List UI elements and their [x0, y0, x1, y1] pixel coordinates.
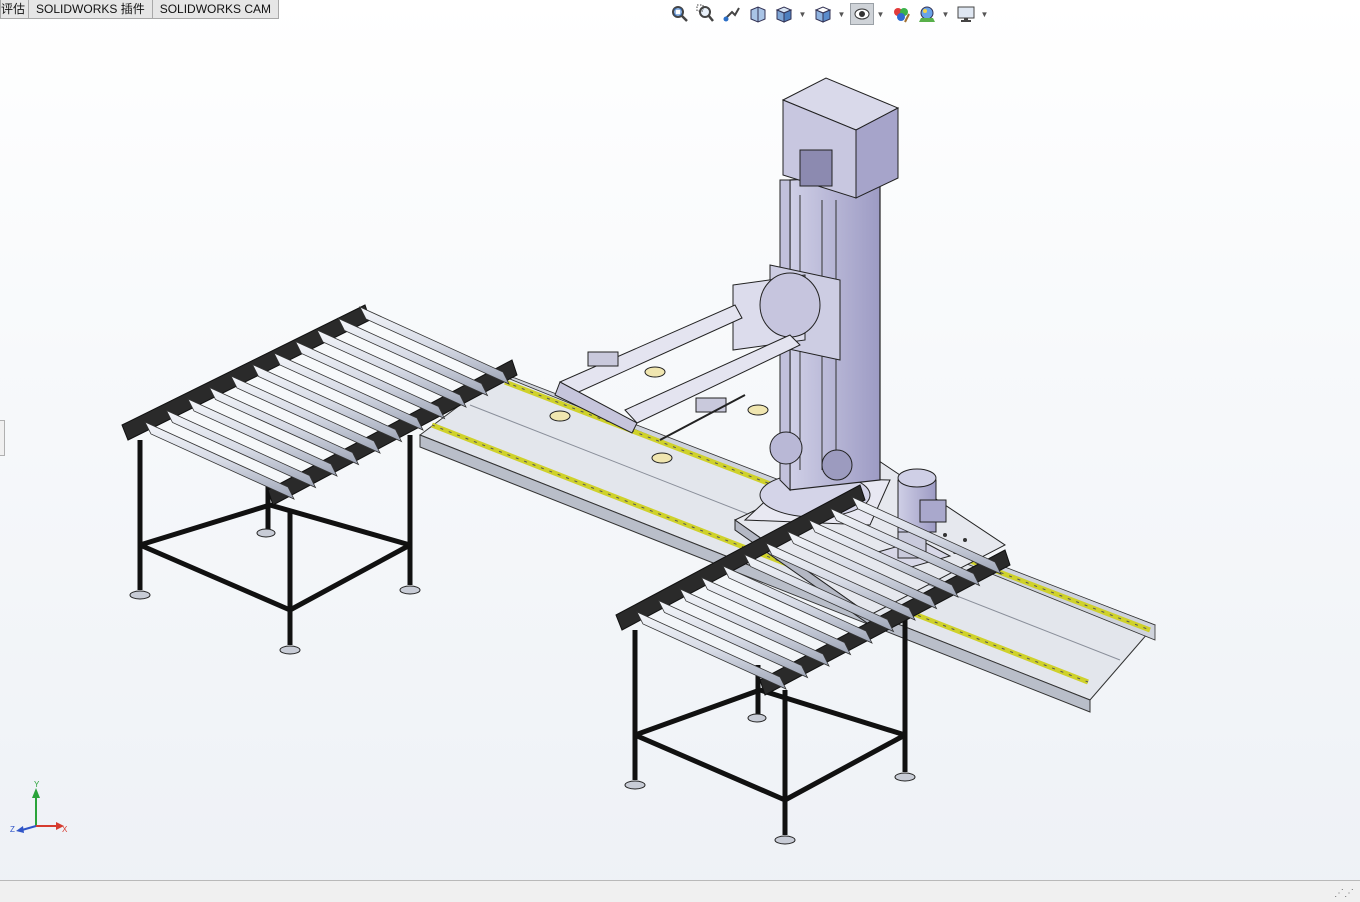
- command-manager-tabs: 评估 SOLIDWORKS 插件 SOLIDWORKS CAM: [0, 0, 280, 20]
- apply-scene-dropdown-icon[interactable]: ▼: [941, 3, 950, 25]
- section-view-icon[interactable]: [746, 3, 770, 25]
- roller-conveyor-left: [121, 304, 518, 655]
- triad-y-label: Y: [34, 780, 40, 789]
- triad-x-label: X: [62, 825, 68, 834]
- tab-solidworks-addins[interactable]: SOLIDWORKS 插件: [28, 0, 153, 19]
- heads-up-view-toolbar: ▼ ▼ ▼ ▼ ▼: [668, 2, 993, 26]
- status-bar: ⋰⋰: [0, 880, 1360, 902]
- display-style-icon[interactable]: [811, 3, 835, 25]
- hide-show-items-icon[interactable]: [850, 3, 874, 25]
- coordinate-triad: Y X Z: [10, 780, 68, 834]
- view-settings-dropdown-icon[interactable]: ▼: [980, 3, 989, 25]
- tab-evaluate[interactable]: 评估: [0, 0, 30, 19]
- display-style-dropdown-icon[interactable]: ▼: [837, 3, 846, 25]
- graphics-area[interactable]: Y X Z: [0, 24, 1360, 880]
- apply-scene-icon[interactable]: [915, 3, 939, 25]
- hide-show-dropdown-icon[interactable]: ▼: [876, 3, 885, 25]
- tab-solidworks-cam[interactable]: SOLIDWORKS CAM: [151, 0, 280, 19]
- edit-appearance-icon[interactable]: [889, 3, 913, 25]
- triad-z-label: Z: [10, 825, 15, 834]
- view-settings-icon[interactable]: [954, 3, 978, 25]
- view-orientation-icon[interactable]: [772, 3, 796, 25]
- resize-grip-icon[interactable]: ⋰⋰: [1334, 888, 1354, 899]
- previous-view-icon[interactable]: [720, 3, 744, 25]
- zoom-to-area-icon[interactable]: [694, 3, 718, 25]
- view-orientation-dropdown-icon[interactable]: ▼: [798, 3, 807, 25]
- zoom-to-fit-icon[interactable]: [668, 3, 692, 25]
